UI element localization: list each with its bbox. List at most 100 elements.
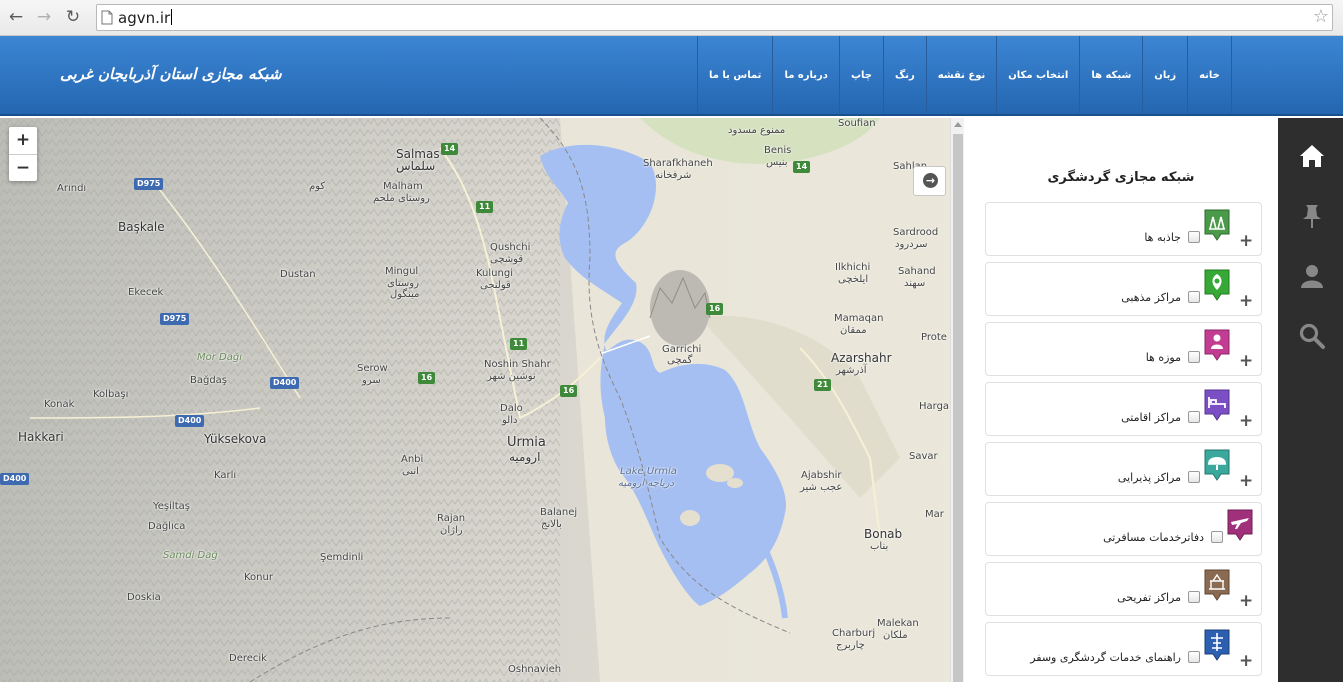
map-label: Ilkhichi bbox=[835, 262, 871, 273]
category-attractions[interactable]: جاذبه ها + bbox=[985, 202, 1262, 256]
map-label: Urmia bbox=[507, 435, 546, 450]
map-label: Kulungi bbox=[476, 268, 513, 279]
map-label: Balanej bbox=[540, 507, 578, 518]
reload-icon[interactable]: ↻ bbox=[62, 6, 84, 28]
arrow-right-icon: → bbox=[923, 173, 938, 188]
map-label: Sharafkhaneh bbox=[643, 158, 713, 169]
search-icon[interactable] bbox=[1298, 322, 1326, 350]
map-label: Şemdinli bbox=[320, 552, 364, 563]
menu-item-print[interactable]: چاپ bbox=[838, 36, 883, 114]
map-label: Konak bbox=[44, 399, 75, 410]
map-label: Konur bbox=[244, 572, 273, 583]
main-menu: خانه زبان شبکه ها انتخاب مکان نوع نقشه ر… bbox=[697, 36, 1232, 114]
category-travel-guide[interactable]: راهنمای خدمات گردشگری وسفر + bbox=[985, 622, 1262, 676]
map-label: Oshnavieh bbox=[508, 664, 562, 675]
map-label: Mingul bbox=[385, 266, 419, 277]
category-checkbox[interactable] bbox=[1188, 591, 1200, 603]
map-label: Mamaqan bbox=[834, 313, 884, 324]
map-label: Anbi bbox=[401, 454, 424, 465]
menu-item-networks[interactable]: شبکه ها bbox=[1079, 36, 1142, 114]
back-arrow-icon[interactable]: ← bbox=[5, 6, 27, 28]
category-panel: شبکه مجازی گردشگری جاذبه ها + مراکز مذهب… bbox=[964, 118, 1278, 682]
map-label: روستای ملحم bbox=[373, 193, 430, 204]
category-checkbox[interactable] bbox=[1188, 651, 1200, 663]
category-checkbox[interactable] bbox=[1188, 231, 1200, 243]
site-title: شبکه مجازی استان آذربایجان غربی bbox=[60, 65, 282, 83]
category-recreation[interactable]: مراکز تفریحی + bbox=[985, 562, 1262, 616]
map-label: دالو bbox=[502, 415, 518, 426]
category-checkbox[interactable] bbox=[1188, 291, 1200, 303]
map-label: Bonab bbox=[864, 527, 903, 541]
expand-button[interactable]: + bbox=[1239, 411, 1253, 431]
road-shield: 14 bbox=[793, 161, 811, 173]
panel-title: شبکه مجازی گردشگری bbox=[1047, 170, 1195, 185]
expand-button[interactable]: + bbox=[1239, 471, 1253, 491]
category-checkbox[interactable] bbox=[1188, 351, 1200, 363]
menu-item-select-location[interactable]: انتخاب مکان bbox=[996, 36, 1079, 114]
map-label: قوشچی bbox=[490, 254, 524, 265]
map-label: Sahand bbox=[898, 266, 936, 277]
category-checkbox[interactable] bbox=[1188, 411, 1200, 423]
menu-item-contact[interactable]: تماس با ما bbox=[697, 36, 772, 114]
road-shield: D975 bbox=[134, 178, 164, 190]
road-shield: 14 bbox=[441, 143, 459, 155]
expand-button[interactable]: + bbox=[1239, 231, 1253, 251]
map-label: Azarshahr bbox=[831, 351, 892, 365]
panel-scrollbar[interactable] bbox=[950, 118, 964, 682]
map-label: Kolbaşı bbox=[93, 389, 129, 400]
map-label: Noshin Shahr bbox=[484, 359, 551, 370]
category-name: موزه ها bbox=[1145, 351, 1181, 364]
road-shield: 21 bbox=[814, 379, 832, 391]
star-icon[interactable]: ☆ bbox=[1313, 6, 1329, 27]
home-icon[interactable] bbox=[1298, 142, 1326, 170]
map-label: عجب شیر bbox=[800, 482, 843, 493]
category-checkbox[interactable] bbox=[1211, 531, 1223, 543]
road-shield: D975 bbox=[160, 313, 190, 325]
menu-item-map-type[interactable]: نوع نقشه bbox=[925, 36, 997, 114]
travel-guide-icon bbox=[1204, 629, 1230, 661]
map-canvas[interactable]: + − Salmas سلماس Malham روستای ملحم کوم … bbox=[0, 118, 950, 682]
category-restaurants[interactable]: مراکز پذیرایی + bbox=[985, 442, 1262, 496]
menu-item-home[interactable]: خانه bbox=[1187, 36, 1232, 114]
scroll-up-icon[interactable] bbox=[954, 122, 962, 127]
map-label: Dalo bbox=[500, 403, 523, 414]
scrollbar-thumb[interactable] bbox=[953, 134, 963, 682]
browser-toolbar: ← → ↻ agvn.ir ☆ bbox=[0, 0, 1343, 36]
map-label: Lake Urmia bbox=[620, 466, 677, 477]
map-label: Malham bbox=[383, 181, 423, 192]
map-label: Rajan bbox=[437, 513, 466, 524]
map-label: Arındı bbox=[57, 183, 87, 194]
category-museums[interactable]: موزه ها + bbox=[985, 322, 1262, 376]
zoom-in-button[interactable]: + bbox=[9, 127, 37, 154]
road-shield: 16 bbox=[706, 303, 724, 315]
expand-button[interactable]: + bbox=[1239, 351, 1253, 371]
category-name: مراکز تفریحی bbox=[1117, 591, 1181, 604]
forward-arrow-icon[interactable]: → bbox=[33, 6, 55, 28]
pin-icon[interactable] bbox=[1298, 202, 1326, 230]
menu-item-language[interactable]: زبان bbox=[1142, 36, 1187, 114]
map-label: ملکان bbox=[883, 630, 908, 641]
category-checkbox[interactable] bbox=[1188, 471, 1200, 483]
map-label: Soufian bbox=[838, 118, 876, 129]
expand-button[interactable]: + bbox=[1239, 591, 1253, 611]
map-label: Mar bbox=[925, 509, 944, 520]
zoom-out-button[interactable]: − bbox=[9, 154, 37, 181]
category-accommodation[interactable]: مراکز اقامتی + bbox=[985, 382, 1262, 436]
road-shield: D400 bbox=[0, 473, 30, 485]
menu-item-about[interactable]: درباره ما bbox=[772, 36, 839, 114]
map-label: Derecik bbox=[229, 653, 267, 664]
toggle-panel-button[interactable]: → bbox=[913, 166, 946, 196]
category-travel-agencies[interactable]: دفاترخدمات مسافرتی bbox=[985, 502, 1262, 556]
map-label: Prote bbox=[921, 332, 947, 343]
map-label: Dağlıca bbox=[148, 521, 186, 532]
user-icon[interactable] bbox=[1298, 262, 1326, 290]
menu-item-color[interactable]: رنگ bbox=[882, 36, 926, 114]
expand-button[interactable]: + bbox=[1239, 651, 1253, 671]
expand-button[interactable]: + bbox=[1239, 291, 1253, 311]
category-religious-centers[interactable]: مراکز مذهبی + bbox=[985, 262, 1262, 316]
url-text[interactable]: agvn.ir bbox=[118, 9, 173, 27]
recreation-icon bbox=[1204, 569, 1230, 601]
map-label: Bağdaş bbox=[190, 375, 228, 386]
address-bar[interactable]: agvn.ir ☆ bbox=[96, 4, 1333, 31]
map-label: Malekan bbox=[877, 618, 919, 629]
